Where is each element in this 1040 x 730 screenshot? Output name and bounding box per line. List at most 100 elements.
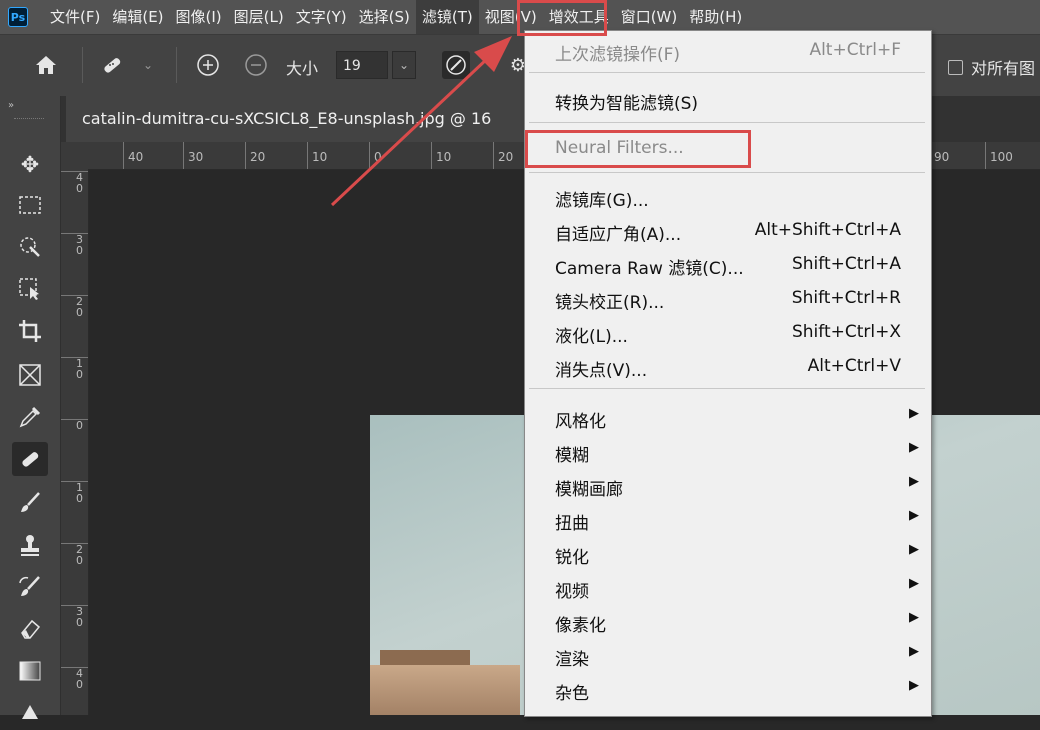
crop-tool-icon[interactable]: [12, 314, 48, 348]
menu-item-lens-correction[interactable]: 镜头校正(R)... Shift+Ctrl+R: [525, 281, 931, 315]
menu-item-filter-gallery[interactable]: 滤镜库(G)...: [525, 179, 931, 213]
menu-help[interactable]: 帮助(H): [683, 0, 748, 34]
menu-item-label: 模糊画廊: [555, 480, 623, 500]
ruler-tick: 2 0: [61, 295, 88, 318]
menu-item-blur[interactable]: 模糊 ▶: [525, 434, 931, 468]
separator: [82, 47, 83, 83]
history-brush-tool-icon[interactable]: [12, 570, 48, 604]
pressure-icon[interactable]: [442, 51, 470, 79]
spot-healing-brush-tool-icon[interactable]: [12, 442, 48, 476]
menu-layer[interactable]: 图层(L): [228, 0, 290, 34]
ruler-tick: 0: [369, 142, 382, 169]
menu-item-video[interactable]: 视频 ▶: [525, 570, 931, 604]
size-input[interactable]: 19: [336, 51, 388, 79]
menu-item-shortcut: Shift+Ctrl+R: [791, 288, 901, 308]
eyedropper-tool-icon[interactable]: [12, 400, 48, 434]
menu-window[interactable]: 窗口(W): [615, 0, 684, 34]
brush-tool-icon[interactable]: [12, 486, 48, 520]
sample-all-layers[interactable]: 对所有图: [948, 55, 1035, 79]
home-icon[interactable]: [32, 51, 60, 79]
ruler-tick: 10: [431, 142, 451, 169]
panel-grip[interactable]: [14, 118, 44, 122]
subtract-circle-icon[interactable]: [242, 51, 270, 79]
quick-selection-tool-icon[interactable]: [12, 230, 48, 264]
blur-tool-icon[interactable]: [12, 696, 48, 730]
healing-brush-icon[interactable]: [98, 51, 126, 79]
menu-item-blur-gallery[interactable]: 模糊画廊 ▶: [525, 468, 931, 502]
menu-item-vanishing-point[interactable]: 消失点(V)... Alt+Ctrl+V: [525, 349, 931, 383]
submenu-arrow-icon: ▶: [909, 440, 919, 455]
menu-item-render[interactable]: 渲染 ▶: [525, 638, 931, 672]
gradient-tool-icon[interactable]: [12, 654, 48, 688]
menu-select[interactable]: 选择(S): [353, 0, 416, 34]
ruler-tick: 30: [183, 142, 203, 169]
menu-item-label: 转换为智能滤镜(S): [555, 94, 699, 114]
menu-file[interactable]: 文件(F): [44, 0, 106, 34]
menu-item-distort[interactable]: 扭曲 ▶: [525, 502, 931, 536]
menu-filter[interactable]: 滤镜(T): [415, 0, 479, 34]
menu-item-sharpen[interactable]: 锐化 ▶: [525, 536, 931, 570]
move-tool-icon[interactable]: ✥: [12, 148, 48, 182]
size-dropdown-button[interactable]: ⌄: [392, 51, 416, 79]
menu-item-shortcut: Alt+Shift+Ctrl+A: [754, 220, 901, 240]
submenu-arrow-icon: ▶: [909, 406, 919, 421]
menu-item-label: 模糊: [555, 446, 589, 466]
ruler-tick: 4 0: [61, 667, 88, 690]
checkbox[interactable]: [948, 59, 963, 75]
menu-item-pixelate[interactable]: 像素化 ▶: [525, 604, 931, 638]
ruler-tick: 20: [493, 142, 513, 169]
menu-item-convert-smart-filter[interactable]: 转换为智能滤镜(S): [525, 82, 931, 116]
object-selection-tool-icon[interactable]: [12, 272, 48, 306]
menu-item-label: 视频: [555, 582, 589, 602]
filter-menu-highlight: [517, 0, 607, 36]
menu-item-label: 液化(L)...: [555, 327, 628, 347]
marquee-tool-icon[interactable]: [12, 188, 48, 222]
menu-item-shortcut: Alt+Ctrl+F: [809, 40, 901, 60]
menu-item-label: 渲染: [555, 650, 589, 670]
menu-item-label: 像素化: [555, 616, 606, 636]
menu-item-shortcut: Alt+Ctrl+V: [807, 356, 901, 376]
menu-type[interactable]: 文字(Y): [290, 0, 353, 34]
menu-separator: [529, 122, 925, 123]
menu-item-noise[interactable]: 杂色 ▶: [525, 672, 931, 706]
ruler-tick: 40: [123, 142, 143, 169]
submenu-arrow-icon: ▶: [909, 644, 919, 659]
collapse-panel-icon[interactable]: »: [8, 100, 14, 111]
menu-separator: [529, 172, 925, 173]
size-label: 大小: [286, 59, 319, 78]
menu-item-label: 上次滤镜操作(F): [555, 45, 681, 65]
menu-item-liquify[interactable]: 液化(L)... Shift+Ctrl+X: [525, 315, 931, 349]
ruler-tick: 0: [61, 419, 88, 431]
menu-item-label: Camera Raw 滤镜(C)...: [555, 259, 744, 279]
menu-item-label: 风格化: [555, 412, 606, 432]
submenu-arrow-icon: ▶: [909, 474, 919, 489]
menu-separator: [529, 388, 925, 389]
add-circle-icon[interactable]: [194, 51, 222, 79]
menu-item-label: 滤镜库(G)...: [555, 191, 649, 211]
menu-edit[interactable]: 编辑(E): [106, 0, 169, 34]
ruler-tick: 2 0: [61, 543, 88, 566]
menu-item-stylize[interactable]: 风格化 ▶: [525, 400, 931, 434]
photoshop-logo-icon: Ps: [8, 7, 28, 27]
frame-tool-icon[interactable]: [12, 358, 48, 392]
tool-panel: » ✥: [0, 96, 61, 719]
ruler-tick: 90: [929, 142, 949, 169]
menu-image[interactable]: 图像(I): [170, 0, 228, 34]
building: [370, 665, 520, 715]
menu-item-label: 消失点(V)...: [555, 361, 648, 381]
submenu-arrow-icon: ▶: [909, 576, 919, 591]
vertical-ruler: 4 0 3 0 2 0 1 0 0 1 0 2 0 3 0 4 0: [61, 169, 89, 715]
chevron-down-icon[interactable]: ⌄: [134, 51, 162, 79]
document-tab[interactable]: catalin-dumitra-cu-sXCSICL8_E8-unsplash.…: [66, 96, 536, 142]
submenu-arrow-icon: ▶: [909, 542, 919, 557]
menu-item-camera-raw[interactable]: Camera Raw 滤镜(C)... Shift+Ctrl+A: [525, 247, 931, 281]
sample-all-layers-label: 对所有图: [971, 59, 1036, 78]
ruler-tick: 4 0: [61, 171, 88, 194]
menu-item-label: 锐化: [555, 548, 589, 568]
eraser-tool-icon[interactable]: [12, 612, 48, 646]
ruler-tick: 1 0: [61, 357, 88, 380]
menu-item-last-filter[interactable]: 上次滤镜操作(F) Alt+Ctrl+F: [525, 33, 931, 67]
menu-item-adaptive-wide-angle[interactable]: 自适应广角(A)... Alt+Shift+Ctrl+A: [525, 213, 931, 247]
clone-stamp-tool-icon[interactable]: [12, 528, 48, 562]
menu-item-shortcut: Shift+Ctrl+A: [791, 254, 901, 274]
